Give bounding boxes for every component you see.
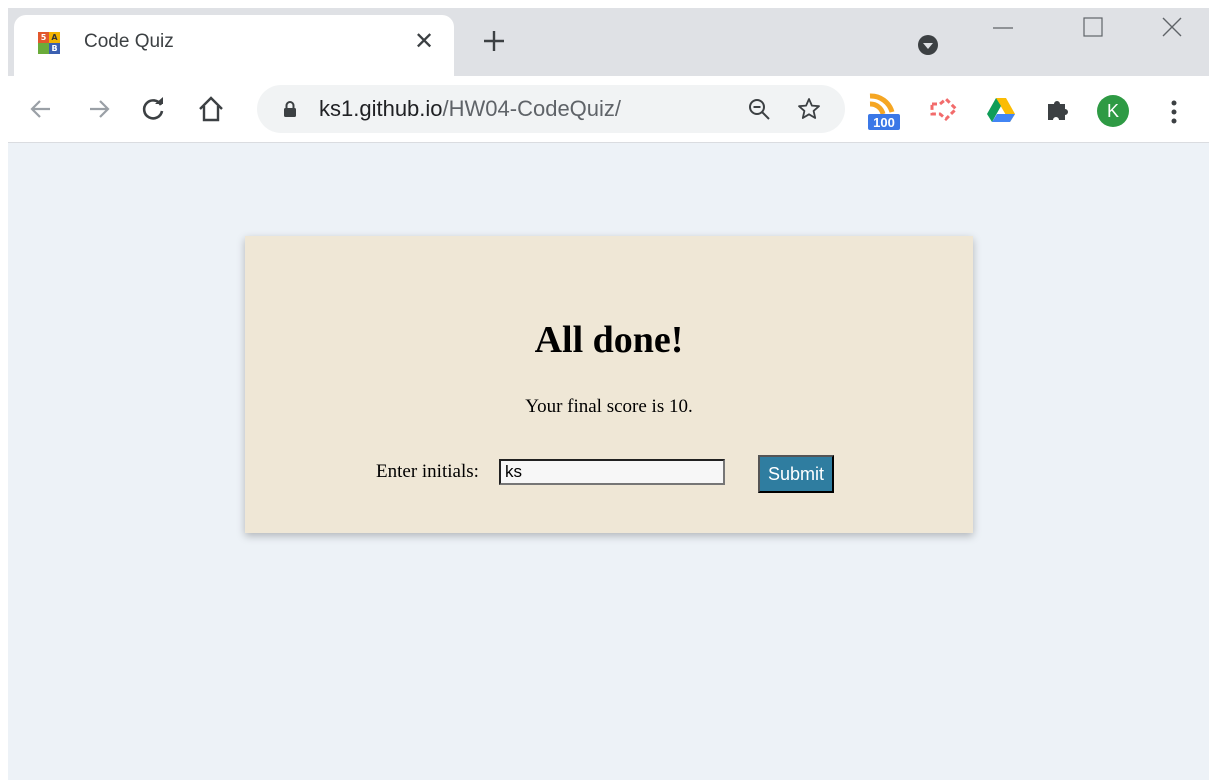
final-score-text: Your final score is 10. (525, 396, 693, 417)
address-bar[interactable]: ks1.github.io/HW04-CodeQuiz/ (257, 85, 845, 133)
reload-icon[interactable] (141, 96, 167, 122)
initials-input[interactable] (499, 459, 725, 485)
tab-close-icon[interactable]: ✕ (414, 29, 434, 55)
profile-avatar[interactable]: K (1097, 95, 1129, 127)
tab-code-quiz[interactable]: 5 A B Code Quiz ✕ (14, 15, 454, 76)
extension-badge: 100 (873, 115, 895, 130)
favicon-icon: 5 A B (38, 32, 60, 54)
zoom-out-icon[interactable] (747, 97, 771, 121)
rss-extension-icon[interactable]: 100 (866, 92, 902, 132)
maximize-icon[interactable] (1063, 12, 1123, 52)
browser-toolbar: ks1.github.io/HW04-CodeQuiz/ 100 K (8, 76, 1209, 143)
browser-window: 5 A B Code Quiz ✕ ks1.github.io/HW04-Cod… (8, 8, 1209, 780)
initials-form: Enter initials: Submit (376, 454, 876, 494)
url-path: /HW04-CodeQuiz/ (442, 96, 622, 121)
bookmark-star-icon[interactable] (797, 97, 821, 121)
url-text[interactable]: ks1.github.io/HW04-CodeQuiz/ (319, 96, 621, 122)
tab-search-icon[interactable] (918, 35, 938, 55)
back-icon[interactable] (28, 96, 54, 122)
window-close-icon[interactable] (1143, 12, 1203, 52)
minimize-icon[interactable] (973, 12, 1033, 52)
favicon-cell: 5 (38, 32, 49, 43)
favicon-cell: A (49, 32, 60, 43)
tab-strip: 5 A B Code Quiz ✕ (8, 8, 1209, 76)
submit-button[interactable]: Submit (758, 455, 834, 493)
page-title: All done! (534, 319, 684, 361)
tab-title: Code Quiz (84, 31, 174, 52)
forward-icon[interactable] (86, 96, 112, 122)
home-icon[interactable] (198, 96, 224, 122)
new-tab-icon[interactable] (481, 28, 507, 54)
drive-extension-icon[interactable] (986, 94, 1016, 124)
lock-icon[interactable] (283, 100, 297, 118)
url-host: ks1.github.io (319, 96, 443, 121)
cast-extension-icon[interactable] (928, 94, 958, 124)
more-menu-icon[interactable] (1164, 98, 1184, 126)
extensions-puzzle-icon[interactable] (1043, 94, 1073, 124)
favicon-cell (38, 43, 49, 54)
favicon-cell: B (49, 43, 60, 54)
results-card: All done! Your final score is 10. Enter … (245, 236, 973, 533)
initials-label: Enter initials: (376, 461, 479, 482)
